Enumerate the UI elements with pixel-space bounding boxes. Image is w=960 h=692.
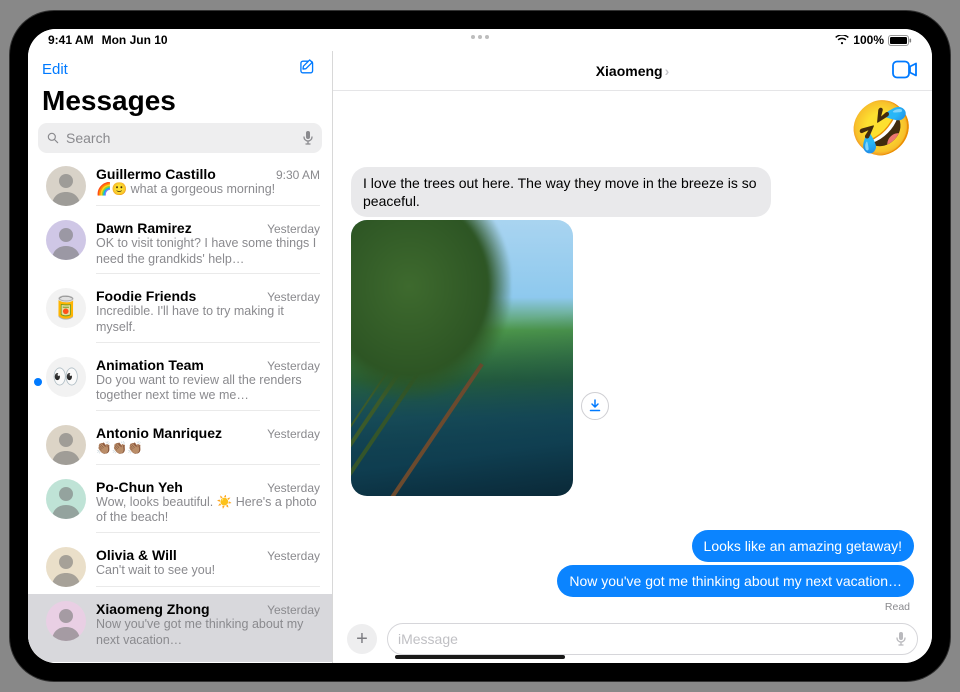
conversation-time: Yesterday bbox=[267, 359, 320, 373]
chevron-right-icon: › bbox=[665, 63, 670, 79]
message-incoming[interactable]: I love the trees out here. The way they … bbox=[351, 167, 771, 217]
conversation-row[interactable]: Antonio Manriquez Yesterday👏🏽👏🏽👏🏽 bbox=[28, 418, 332, 472]
page-title: Messages bbox=[28, 85, 332, 123]
conversation-sidebar: Edit Messages Guillermo Castillo 9:30 AM🌈… bbox=[28, 51, 333, 663]
conversation-preview: Can't wait to see you! bbox=[96, 563, 320, 579]
conversation-preview: OK to visit tonight? I have some things … bbox=[96, 236, 320, 267]
dictation-icon[interactable] bbox=[895, 631, 907, 647]
status-bar: 9:41 AM Mon Jun 10 100% bbox=[28, 29, 932, 51]
conversation-name: Guillermo Castillo bbox=[96, 166, 216, 182]
avatar bbox=[46, 547, 86, 587]
avatar bbox=[46, 220, 86, 260]
chat-header: Xiaomeng › bbox=[333, 51, 932, 91]
conversation-name: Dawn Ramirez bbox=[96, 220, 192, 236]
multitask-indicator[interactable] bbox=[471, 35, 489, 39]
compose-button[interactable] bbox=[298, 57, 318, 82]
search-field[interactable] bbox=[38, 123, 322, 153]
avatar bbox=[46, 425, 86, 465]
conversation-time: Yesterday bbox=[267, 603, 320, 617]
compose-icon bbox=[298, 57, 318, 77]
avatar bbox=[46, 601, 86, 641]
status-date: Mon Jun 10 bbox=[102, 33, 168, 47]
conversation-time: Yesterday bbox=[267, 549, 320, 563]
conversation-name: Xiaomeng Zhong bbox=[96, 601, 210, 617]
message-outgoing[interactable]: Looks like an amazing getaway! bbox=[692, 530, 914, 562]
message-outgoing[interactable]: Now you've got me thinking about my next… bbox=[557, 565, 914, 597]
conversation-time: Yesterday bbox=[267, 222, 320, 236]
unread-indicator bbox=[34, 378, 42, 386]
conversation-row[interactable]: Po-Chun Yeh YesterdayWow, looks beautiful… bbox=[28, 472, 332, 540]
search-icon bbox=[46, 131, 60, 145]
plus-icon: + bbox=[356, 628, 368, 651]
battery-percent: 100% bbox=[853, 33, 884, 47]
edit-button[interactable]: Edit bbox=[42, 61, 68, 78]
add-attachment-button[interactable]: + bbox=[347, 624, 377, 654]
conversation-preview: Wow, looks beautiful. ☀️ Here's a photo … bbox=[96, 495, 320, 526]
message-input[interactable] bbox=[398, 631, 887, 647]
save-photo-button[interactable] bbox=[581, 392, 609, 420]
conversation-preview: 🌈🙂 what a gorgeous morning! bbox=[96, 182, 320, 198]
read-receipt: Read bbox=[885, 601, 910, 613]
conversation-time: Yesterday bbox=[267, 427, 320, 441]
message-photo[interactable] bbox=[351, 220, 573, 496]
chat-pane: Xiaomeng › 🤣 I love the trees out here. … bbox=[333, 51, 932, 663]
conversation-time: Yesterday bbox=[267, 290, 320, 304]
conversation-preview: Now you've got me thinking about my next… bbox=[96, 617, 320, 648]
avatar bbox=[46, 479, 86, 519]
chat-title: Xiaomeng bbox=[596, 63, 663, 79]
conversation-preview: 👏🏽👏🏽👏🏽 bbox=[96, 441, 320, 457]
message-input-wrap[interactable] bbox=[387, 623, 918, 655]
avatar: 🥫 bbox=[46, 288, 86, 328]
home-indicator[interactable] bbox=[395, 655, 565, 659]
search-input[interactable] bbox=[66, 130, 296, 146]
avatar: 👀 bbox=[46, 357, 86, 397]
conversation-preview: Incredible. I'll have to try making it m… bbox=[96, 304, 320, 335]
conversation-row[interactable]: 🥫 Foodie Friends YesterdayIncredible. I'll… bbox=[28, 281, 332, 349]
conversation-list[interactable]: Guillermo Castillo 9:30 AM🌈🙂 what a gorge… bbox=[28, 159, 332, 663]
chat-title-button[interactable]: Xiaomeng › bbox=[596, 63, 670, 79]
conversation-row[interactable]: Xiaomeng Zhong YesterdayNow you've got me… bbox=[28, 594, 332, 662]
conversation-row[interactable]: Ashley RicoYesterday bbox=[28, 662, 332, 663]
conversation-time: Yesterday bbox=[267, 481, 320, 495]
avatar bbox=[46, 166, 86, 206]
conversation-row[interactable]: 👀 Animation Team YesterdayDo you want to r… bbox=[28, 350, 332, 418]
conversation-row[interactable]: Olivia & Will YesterdayCan't wait to see … bbox=[28, 540, 332, 594]
facetime-button[interactable] bbox=[892, 60, 918, 81]
download-icon bbox=[588, 399, 602, 413]
video-icon bbox=[892, 60, 918, 78]
conversation-name: Po-Chun Yeh bbox=[96, 479, 183, 495]
status-time: 9:41 AM bbox=[48, 33, 94, 47]
conversation-name: Olivia & Will bbox=[96, 547, 177, 563]
conversation-time: 9:30 AM bbox=[276, 168, 320, 182]
battery-icon bbox=[888, 35, 912, 46]
conversation-row[interactable]: Dawn Ramirez YesterdayOK to visit tonight… bbox=[28, 213, 332, 281]
conversation-row[interactable]: Guillermo Castillo 9:30 AM🌈🙂 what a gorge… bbox=[28, 159, 332, 213]
conversation-name: Animation Team bbox=[96, 357, 204, 373]
conversation-preview: Do you want to review all the renders to… bbox=[96, 373, 320, 404]
reaction-emoji: 🤣 bbox=[849, 103, 914, 155]
wifi-icon bbox=[835, 35, 849, 45]
conversation-name: Foodie Friends bbox=[96, 288, 196, 304]
dictation-icon[interactable] bbox=[302, 130, 314, 146]
conversation-name: Antonio Manriquez bbox=[96, 425, 222, 441]
